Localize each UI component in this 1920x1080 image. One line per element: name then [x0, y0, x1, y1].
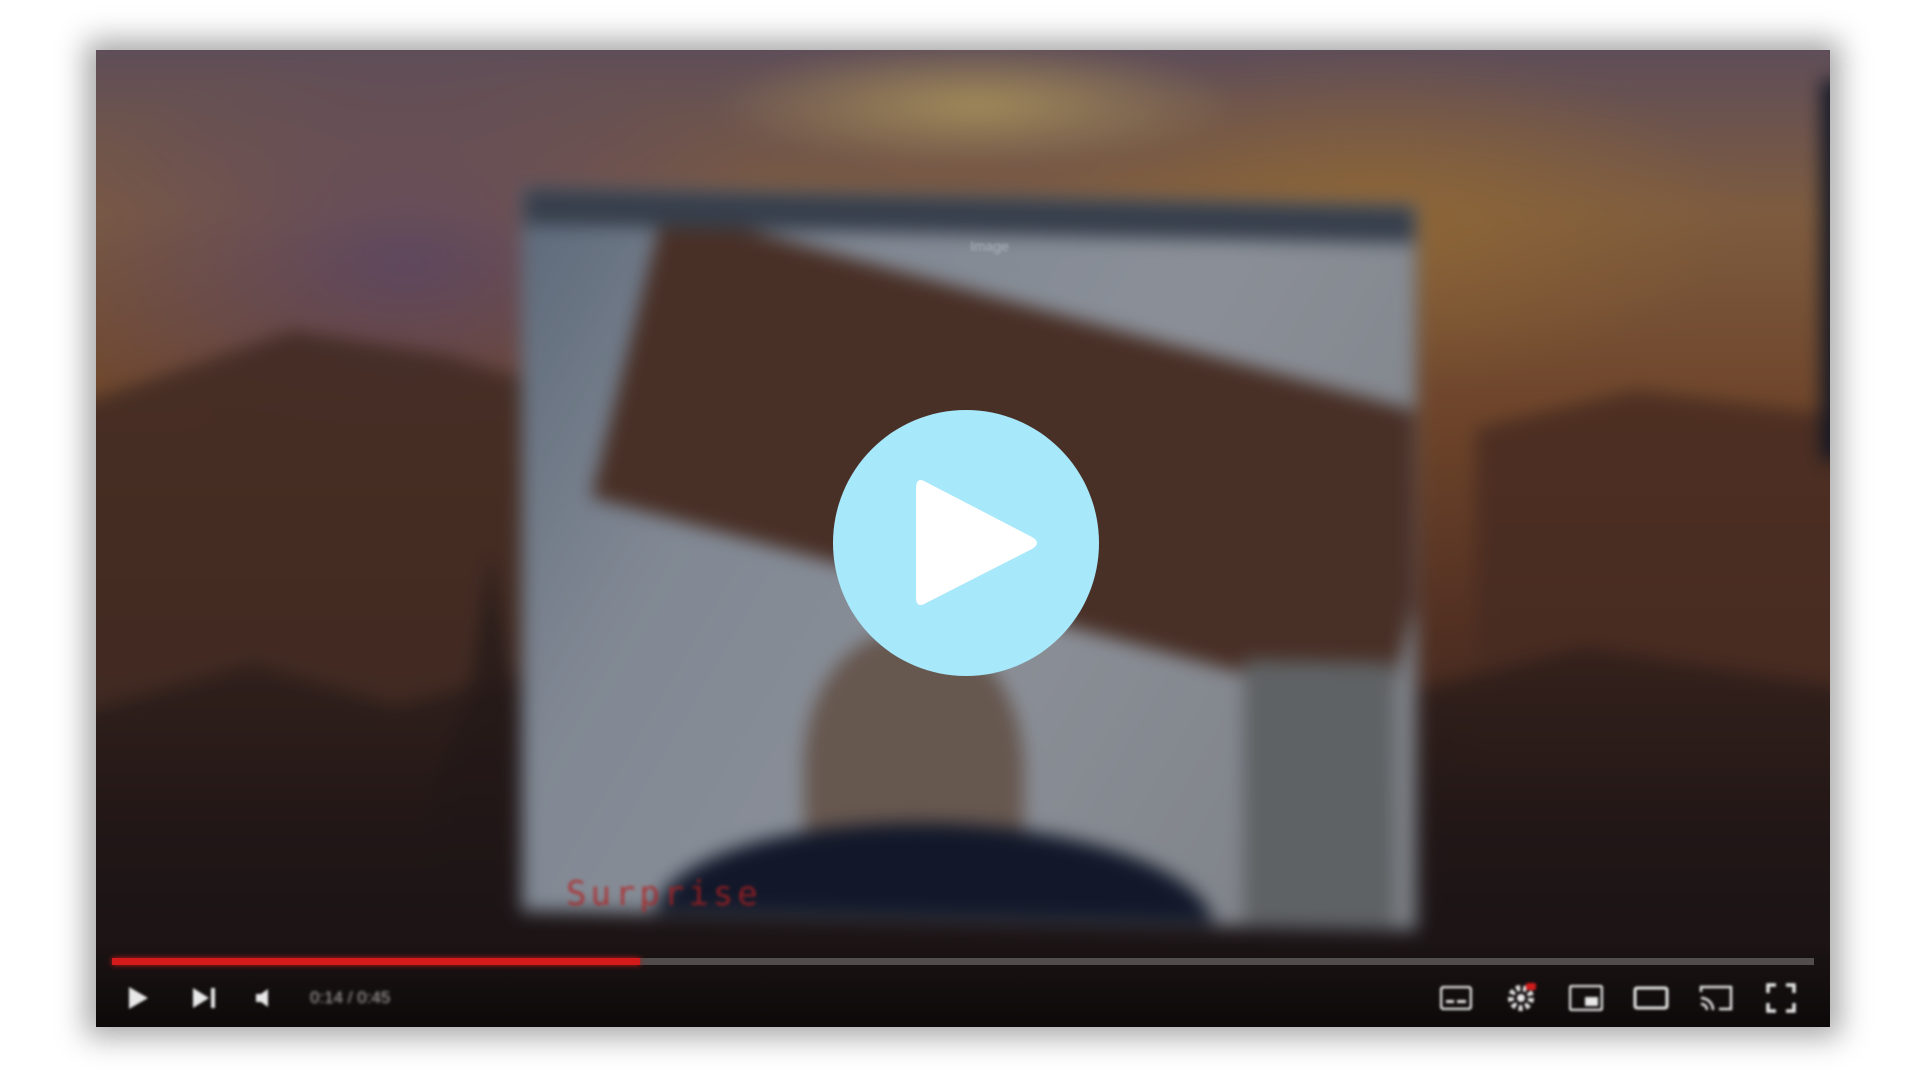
big-play-button[interactable]	[833, 410, 1099, 676]
next-button[interactable]	[184, 978, 224, 1018]
settings-button[interactable]	[1501, 978, 1541, 1018]
play-button[interactable]	[118, 978, 158, 1018]
fullscreen-icon	[1766, 983, 1796, 1013]
volume-icon	[256, 989, 268, 1007]
play-icon	[129, 987, 148, 1009]
emotion-label: Surprise	[566, 874, 762, 914]
player-controls: 0:14 / 0:45	[96, 940, 1830, 1027]
next-icon	[193, 988, 215, 1008]
theater-mode-button[interactable]	[1631, 978, 1671, 1018]
progress-bar[interactable]	[112, 958, 1814, 965]
gear-icon	[1508, 983, 1536, 1011]
cast-button[interactable]	[1696, 978, 1736, 1018]
miniplayer-button[interactable]	[1566, 978, 1606, 1018]
time-display: 0:14 / 0:45	[310, 988, 391, 1007]
camera-window-title: Image	[970, 238, 1009, 254]
subtitles-icon	[1440, 986, 1472, 1010]
fullscreen-button[interactable]	[1761, 978, 1801, 1018]
cast-icon	[1699, 985, 1733, 1011]
miniplayer-icon	[1569, 985, 1603, 1011]
subtitles-button[interactable]	[1436, 978, 1476, 1018]
play-icon	[916, 480, 1037, 605]
theater-icon	[1633, 986, 1669, 1010]
progress-fill	[112, 958, 640, 965]
volume-button[interactable]	[246, 978, 286, 1018]
